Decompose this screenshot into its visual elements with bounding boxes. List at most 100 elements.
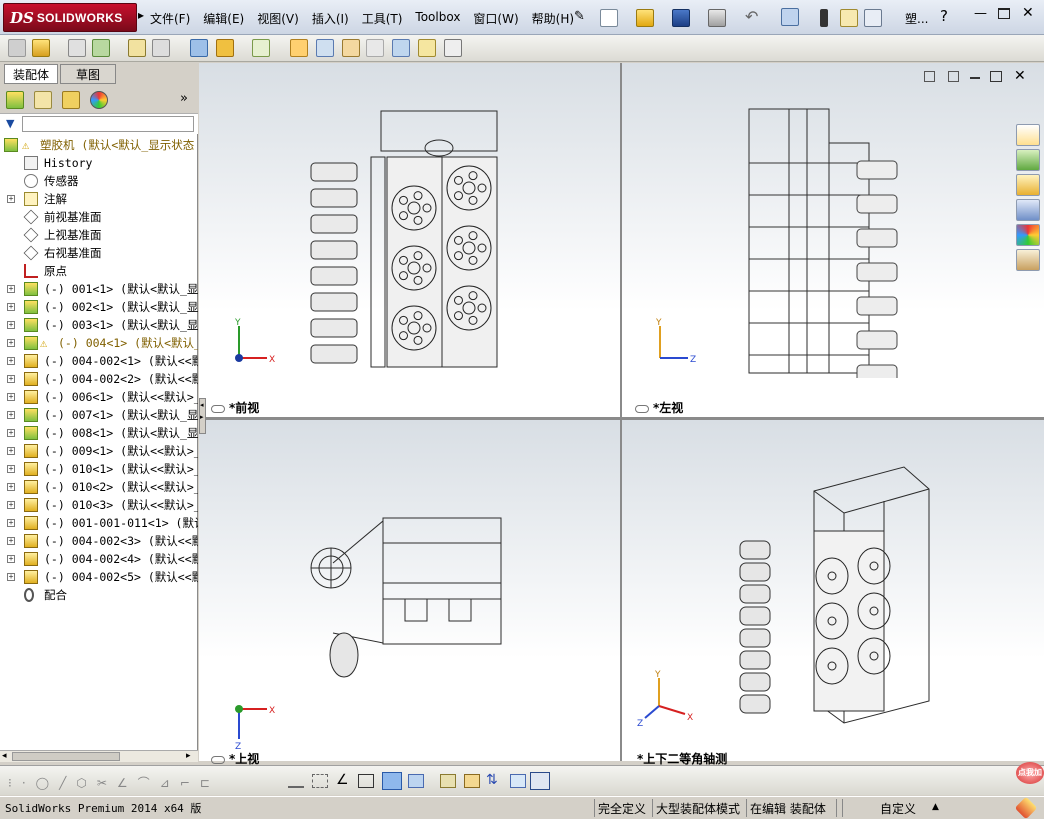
feature-tree-icon[interactable]: [6, 91, 24, 109]
custom-properties-icon[interactable]: [1016, 249, 1040, 271]
solidworks-resources-icon[interactable]: [1016, 124, 1040, 146]
tree-item[interactable]: 右视基准面: [0, 244, 198, 262]
graphics-area[interactable]: 🔍︎ 🔎︎ ↺ 👁︎ ✕: [199, 63, 1044, 766]
mate-icon[interactable]: [32, 39, 50, 57]
tree-item[interactable]: + (-) 002<1> (默认<默认_显示: [0, 298, 198, 316]
appearances-scenes-icon[interactable]: [1016, 224, 1040, 246]
file-explorer-icon[interactable]: [1016, 174, 1040, 196]
expand-toggle-icon[interactable]: +: [7, 519, 15, 527]
search-label[interactable]: 塑...: [905, 10, 928, 27]
expand-toggle-icon[interactable]: +: [7, 501, 15, 509]
menu-window[interactable]: 窗口(W): [473, 10, 518, 27]
view-cube-icon[interactable]: [408, 774, 424, 788]
save-icon[interactable]: [672, 9, 690, 27]
tree-item[interactable]: 传感器: [0, 172, 198, 190]
point-icon[interactable]: ·: [22, 776, 36, 790]
viewport-restore-icon[interactable]: [990, 71, 1002, 82]
tree-item[interactable]: 前视基准面: [0, 208, 198, 226]
tree-item[interactable]: + 注解: [0, 190, 198, 208]
menu-file[interactable]: 文件(F): [150, 10, 190, 27]
tab-sketch[interactable]: 草图: [60, 64, 116, 84]
camera-icon[interactable]: [510, 774, 526, 788]
new-motion-study-icon[interactable]: [290, 39, 308, 57]
pushpin-icon[interactable]: ✎: [574, 9, 585, 24]
axis-arrow-icon[interactable]: ⇅: [486, 772, 498, 788]
expand-toggle-icon[interactable]: +: [7, 573, 15, 581]
reference-geometry-icon[interactable]: [252, 39, 270, 57]
close-icon[interactable]: ✕: [1022, 5, 1034, 21]
menu-help[interactable]: 帮助(H): [532, 10, 574, 27]
scroll-right-icon[interactable]: ▸: [186, 751, 191, 761]
tree-item[interactable]: + (-) 004-002<5> (默认<<默认: [0, 568, 198, 586]
tree-horizontal-scrollbar[interactable]: ◂ ▸: [0, 750, 198, 762]
select-cursor-icon[interactable]: [781, 8, 799, 26]
undo-icon[interactable]: ↶: [745, 7, 758, 26]
mirror-icon[interactable]: ⊿: [160, 776, 180, 790]
print-icon[interactable]: [708, 9, 726, 27]
expand-toggle-icon[interactable]: +: [7, 393, 15, 401]
expand-toggle-icon[interactable]: +: [7, 339, 15, 347]
tree-item[interactable]: 上视基准面: [0, 226, 198, 244]
panel-collapse-handle[interactable]: ◂ ▸: [199, 398, 206, 434]
viewport-vertical-splitter[interactable]: [620, 63, 622, 761]
angle-icon[interactable]: ∠: [117, 776, 138, 790]
assembly-features-icon[interactable]: [216, 39, 234, 57]
grid-icon[interactable]: [312, 774, 328, 788]
tree-item[interactable]: + (-) 006<1> (默认<<默认>_显: [0, 388, 198, 406]
smart-fasteners-icon[interactable]: [128, 39, 146, 57]
expand-toggle-icon[interactable]: +: [7, 483, 15, 491]
viewport-close-icon[interactable]: ✕: [1014, 68, 1026, 84]
link-views-icon[interactable]: [924, 71, 935, 82]
filter-icon[interactable]: ▼: [6, 117, 14, 130]
menu-insert[interactable]: 插入(I): [312, 10, 349, 27]
menu-edit[interactable]: 编辑(E): [203, 10, 244, 27]
promo-bubble[interactable]: 点我加: [1016, 762, 1044, 784]
tree-item[interactable]: History: [0, 154, 198, 172]
maximize-icon[interactable]: [998, 8, 1010, 19]
link-icon[interactable]: [635, 404, 649, 413]
link-icon[interactable]: [211, 755, 225, 764]
linear-pattern-icon[interactable]: [92, 39, 110, 57]
file-properties-icon[interactable]: [840, 9, 858, 27]
move-component-icon[interactable]: [152, 39, 170, 57]
tree-item[interactable]: + (-) 004-002<1> (默认<<默认: [0, 352, 198, 370]
exploded-view-icon[interactable]: [342, 39, 360, 57]
help-icon[interactable]: ?: [940, 7, 948, 25]
expand-toggle-icon[interactable]: +: [7, 429, 15, 437]
menu-view[interactable]: 视图(V): [257, 10, 299, 27]
large-assembly-mode-icon[interactable]: [444, 39, 462, 57]
expand-toggle-icon[interactable]: +: [7, 303, 15, 311]
tree-item[interactable]: + (-) 010<2> (默认<<默认>_显: [0, 478, 198, 496]
units-up-arrow-icon[interactable]: ▲: [932, 802, 939, 812]
expand-toggle-icon[interactable]: +: [7, 465, 15, 473]
expand-toggle-icon[interactable]: +: [7, 537, 15, 545]
solidworks-logo[interactable]: DS SOLIDWORKS: [3, 3, 137, 32]
circle-icon[interactable]: ◯: [36, 776, 59, 790]
single-view-icon[interactable]: [948, 71, 959, 82]
trim-icon[interactable]: ✂: [97, 776, 117, 790]
corner-icon[interactable]: ⌐: [180, 776, 200, 790]
expand-toggle-icon[interactable]: +: [7, 375, 15, 383]
property-manager-icon[interactable]: [34, 91, 52, 109]
bill-of-materials-icon[interactable]: [316, 39, 334, 57]
instant3d-icon[interactable]: [418, 39, 436, 57]
configuration-manager-icon[interactable]: [62, 91, 80, 109]
open-folder-icon[interactable]: [636, 9, 654, 27]
menu-tools[interactable]: 工具(T): [362, 10, 403, 27]
new-document-icon[interactable]: [600, 9, 618, 27]
tree-item[interactable]: + (-) 009<1> (默认<<默认>_显: [0, 442, 198, 460]
tree-item[interactable]: + (-) 010<3> (默认<<默认>_显: [0, 496, 198, 514]
expand-toggle-icon[interactable]: +: [7, 357, 15, 365]
grip-icon[interactable]: ⁝: [8, 776, 22, 790]
menu-toolbox[interactable]: Toolbox: [415, 10, 460, 27]
rebuild-traffic-light-icon[interactable]: [820, 9, 828, 27]
scroll-left-icon[interactable]: ◂: [2, 751, 7, 761]
filter-input[interactable]: [22, 116, 194, 132]
expand-toggle-icon[interactable]: +: [7, 447, 15, 455]
tree-item[interactable]: ⚠ 塑胶机 (默认<默认_显示状态: [0, 136, 198, 154]
move-part-icon[interactable]: [464, 774, 480, 788]
expand-toggle-icon[interactable]: +: [7, 411, 15, 419]
tree-item[interactable]: + (-) 001<1> (默认<默认_显示: [0, 280, 198, 298]
options-list-icon[interactable]: [864, 9, 882, 27]
tree-item[interactable]: + (-) 004-002<4> (默认<<默认: [0, 550, 198, 568]
